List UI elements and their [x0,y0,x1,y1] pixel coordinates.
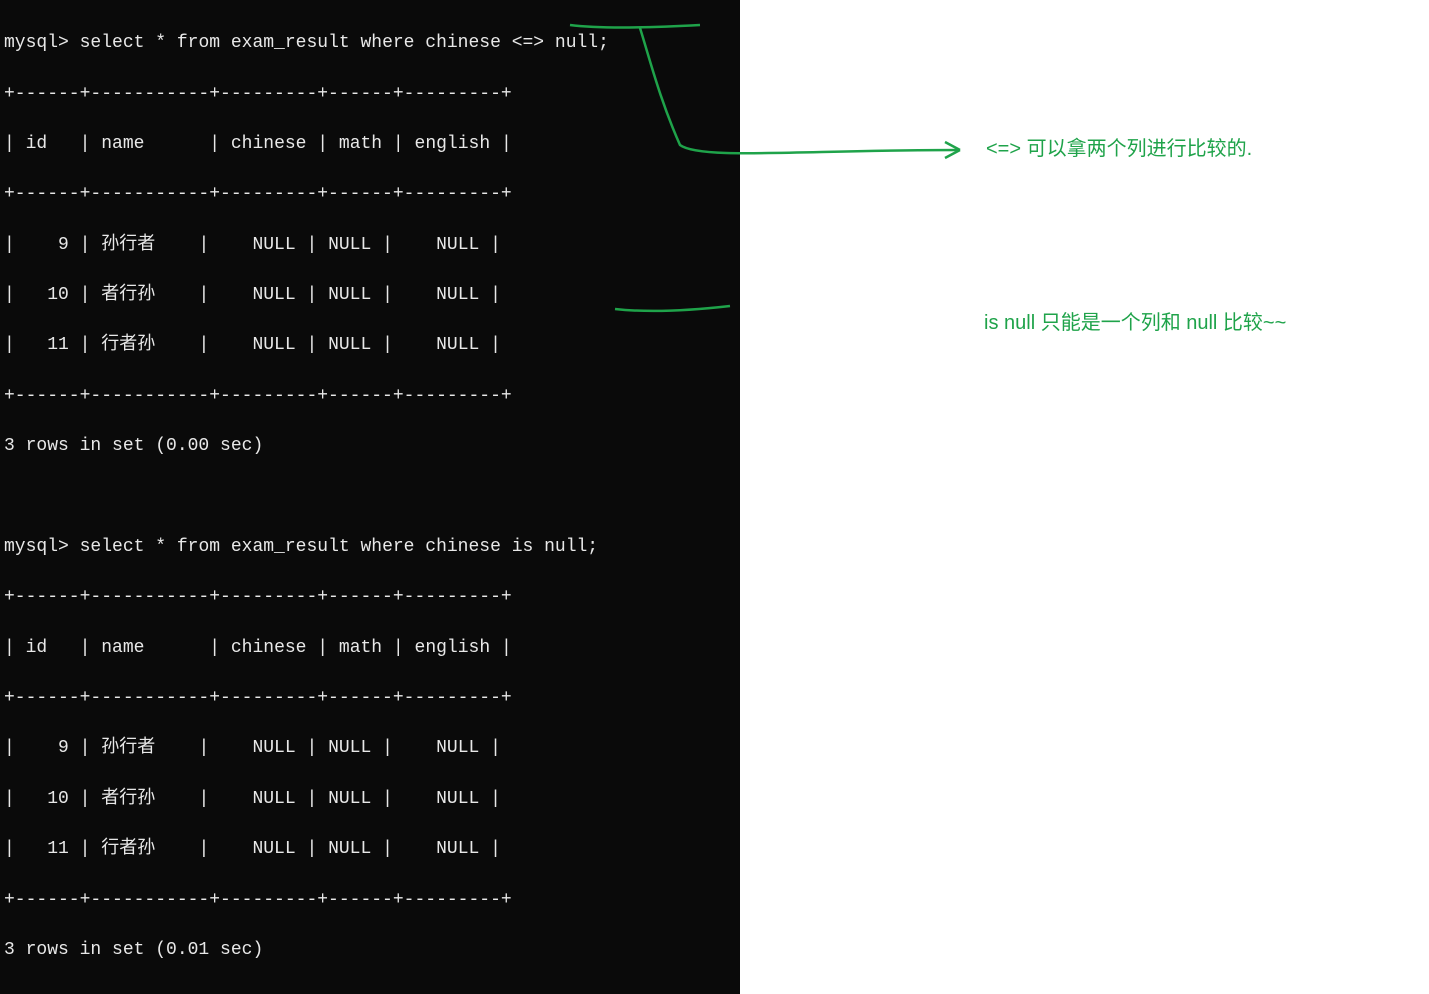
td: 者行孙 [101,789,155,809]
table2-row-0: | 9 | 孙行者 | NULL | NULL | NULL | [4,736,736,761]
table1-row-1: | 10 | 者行孙 | NULL | NULL | NULL | [4,283,736,308]
blank-line [4,485,736,510]
td: 11 [47,839,69,859]
query2-line: mysql> select * from exam_result where c… [4,535,736,560]
td: NULL [252,235,295,255]
td: 10 [47,285,69,305]
td: 者行孙 [101,285,155,305]
table1-row-2: | 11 | 行者孙 | NULL | NULL | NULL | [4,333,736,358]
td: 行者孙 [101,335,155,355]
th-math: math [339,134,382,154]
th-name: name [101,638,144,658]
th-math: math [339,638,382,658]
td: NULL [436,789,479,809]
th-name: name [101,134,144,154]
table2-row-1: | 10 | 者行孙 | NULL | NULL | NULL | [4,787,736,812]
th-id: id [26,134,48,154]
table2-bottom-border: +------+-----------+---------+------+---… [4,888,736,913]
td: NULL [328,285,371,305]
table1-mid-border: +------+-----------+---------+------+---… [4,182,736,207]
td: 孙行者 [101,738,155,758]
td: NULL [252,335,295,355]
td: NULL [436,235,479,255]
td: NULL [328,335,371,355]
table1-bottom-border: +------+-----------+---------+------+---… [4,384,736,409]
th-chinese: chinese [231,638,307,658]
td: NULL [252,789,295,809]
annotations-area: <=> 可以拿两个列进行比较的. is null 只能是一个列和 null 比较… [740,0,1420,533]
td: NULL [328,235,371,255]
table2-row-2: | 11 | 行者孙 | NULL | NULL | NULL | [4,837,736,862]
annotation-1: <=> 可以拿两个列进行比较的. [986,132,1252,161]
mysql-terminal: mysql> select * from exam_result where c… [0,0,740,994]
td: NULL [436,285,479,305]
td: 9 [58,235,69,255]
query1-line: mysql> select * from exam_result where c… [4,31,736,56]
td: NULL [436,839,479,859]
td: NULL [436,738,479,758]
td: NULL [252,285,295,305]
td: NULL [436,335,479,355]
sql-query-1: select * from exam_result where chinese … [80,33,609,53]
table2-header: | id | name | chinese | math | english | [4,636,736,661]
table2-mid-border: +------+-----------+---------+------+---… [4,686,736,711]
table1-top-border: +------+-----------+---------+------+---… [4,82,736,107]
td: 行者孙 [101,839,155,859]
td: 孙行者 [101,235,155,255]
prompt: mysql> [4,33,80,53]
annotation-2: is null 只能是一个列和 null 比较~~ [984,306,1286,335]
td: 10 [47,789,69,809]
table1-row-0: | 9 | 孙行者 | NULL | NULL | NULL | [4,233,736,258]
prompt: mysql> [4,537,80,557]
th-english: english [415,134,491,154]
table1-header: | id | name | chinese | math | english | [4,132,736,157]
td: NULL [328,738,371,758]
td: NULL [328,789,371,809]
th-id: id [26,638,48,658]
td: NULL [328,839,371,859]
th-english: english [415,638,491,658]
sql-query-2: select * from exam_result where chinese … [80,537,598,557]
query1-status: 3 rows in set (0.00 sec) [4,434,736,459]
td: 9 [58,738,69,758]
td: NULL [252,738,295,758]
td: 11 [47,335,69,355]
td: NULL [252,839,295,859]
query2-status: 3 rows in set (0.01 sec) [4,938,736,963]
th-chinese: chinese [231,134,307,154]
table2-top-border: +------+-----------+---------+------+---… [4,585,736,610]
